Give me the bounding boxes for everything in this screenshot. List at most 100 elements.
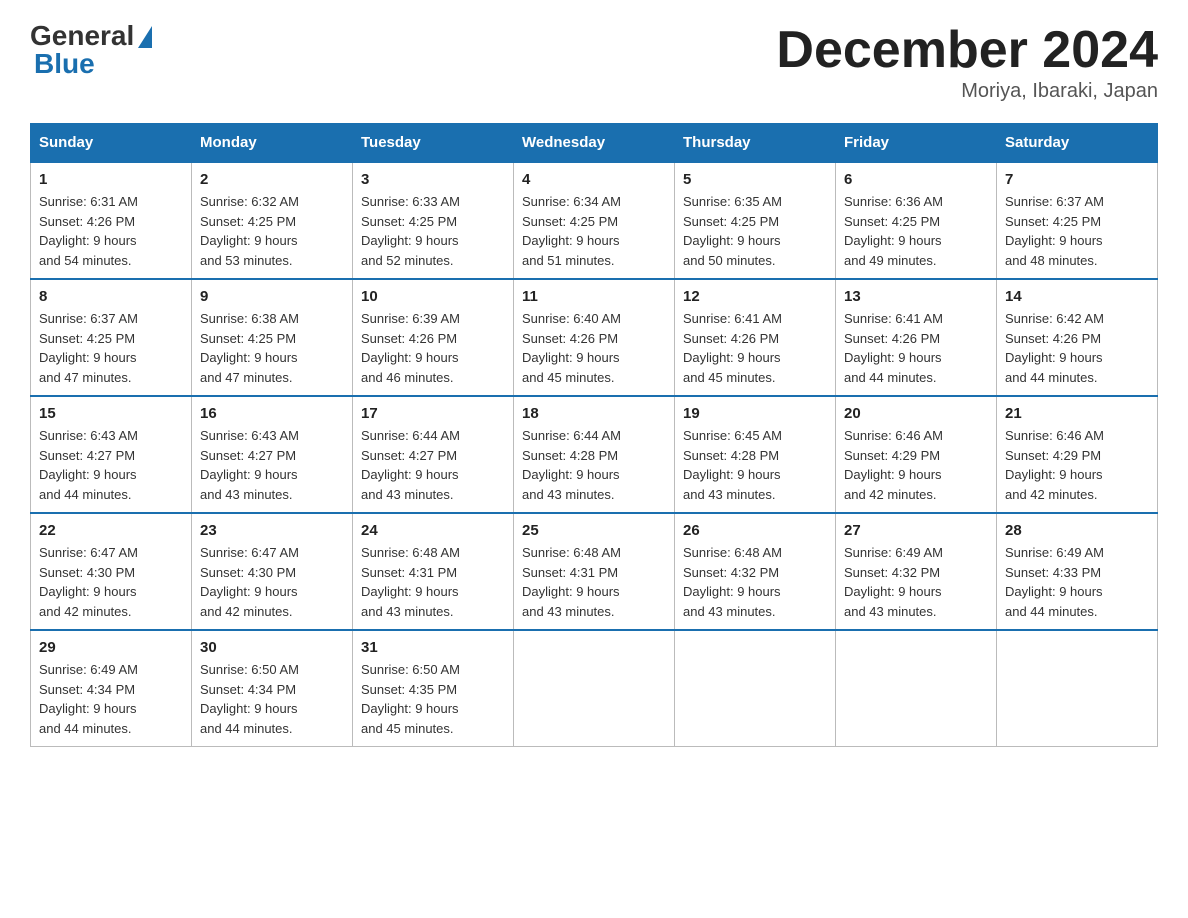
- calendar-cell: 29 Sunrise: 6:49 AM Sunset: 4:34 PM Dayl…: [31, 630, 192, 747]
- day-number: 3: [361, 171, 505, 188]
- calendar-cell: 19 Sunrise: 6:45 AM Sunset: 4:28 PM Dayl…: [675, 396, 836, 513]
- day-number: 20: [844, 405, 988, 422]
- day-number: 29: [39, 639, 183, 656]
- day-number: 28: [1005, 522, 1149, 539]
- day-number: 8: [39, 288, 183, 305]
- calendar-cell: 10 Sunrise: 6:39 AM Sunset: 4:26 PM Dayl…: [353, 279, 514, 396]
- day-number: 14: [1005, 288, 1149, 305]
- calendar-cell: 23 Sunrise: 6:47 AM Sunset: 4:30 PM Dayl…: [192, 513, 353, 630]
- calendar-cell: 6 Sunrise: 6:36 AM Sunset: 4:25 PM Dayli…: [836, 162, 997, 279]
- day-number: 10: [361, 288, 505, 305]
- day-number: 31: [361, 639, 505, 656]
- calendar-cell: 1 Sunrise: 6:31 AM Sunset: 4:26 PM Dayli…: [31, 162, 192, 279]
- header-monday: Monday: [192, 124, 353, 163]
- day-info: Sunrise: 6:39 AM Sunset: 4:26 PM Dayligh…: [361, 309, 505, 387]
- calendar-cell: [836, 630, 997, 747]
- day-info: Sunrise: 6:35 AM Sunset: 4:25 PM Dayligh…: [683, 192, 827, 270]
- calendar-cell: [675, 630, 836, 747]
- day-number: 7: [1005, 171, 1149, 188]
- calendar-cell: 8 Sunrise: 6:37 AM Sunset: 4:25 PM Dayli…: [31, 279, 192, 396]
- day-number: 12: [683, 288, 827, 305]
- calendar-cell: 3 Sunrise: 6:33 AM Sunset: 4:25 PM Dayli…: [353, 162, 514, 279]
- day-info: Sunrise: 6:50 AM Sunset: 4:35 PM Dayligh…: [361, 660, 505, 738]
- day-number: 25: [522, 522, 666, 539]
- day-number: 9: [200, 288, 344, 305]
- calendar-cell: 27 Sunrise: 6:49 AM Sunset: 4:32 PM Dayl…: [836, 513, 997, 630]
- header-wednesday: Wednesday: [514, 124, 675, 163]
- day-info: Sunrise: 6:33 AM Sunset: 4:25 PM Dayligh…: [361, 192, 505, 270]
- day-number: 21: [1005, 405, 1149, 422]
- title-section: December 2024 Moriya, Ibaraki, Japan: [776, 20, 1158, 103]
- header-saturday: Saturday: [997, 124, 1158, 163]
- calendar-cell: 9 Sunrise: 6:38 AM Sunset: 4:25 PM Dayli…: [192, 279, 353, 396]
- calendar-cell: 28 Sunrise: 6:49 AM Sunset: 4:33 PM Dayl…: [997, 513, 1158, 630]
- day-number: 1: [39, 171, 183, 188]
- day-info: Sunrise: 6:47 AM Sunset: 4:30 PM Dayligh…: [200, 543, 344, 621]
- day-number: 17: [361, 405, 505, 422]
- week-row-2: 8 Sunrise: 6:37 AM Sunset: 4:25 PM Dayli…: [31, 279, 1158, 396]
- header-friday: Friday: [836, 124, 997, 163]
- day-number: 22: [39, 522, 183, 539]
- day-info: Sunrise: 6:44 AM Sunset: 4:27 PM Dayligh…: [361, 426, 505, 504]
- day-number: 11: [522, 288, 666, 305]
- calendar-cell: 16 Sunrise: 6:43 AM Sunset: 4:27 PM Dayl…: [192, 396, 353, 513]
- week-row-5: 29 Sunrise: 6:49 AM Sunset: 4:34 PM Dayl…: [31, 630, 1158, 747]
- day-number: 30: [200, 639, 344, 656]
- day-info: Sunrise: 6:32 AM Sunset: 4:25 PM Dayligh…: [200, 192, 344, 270]
- week-row-4: 22 Sunrise: 6:47 AM Sunset: 4:30 PM Dayl…: [31, 513, 1158, 630]
- calendar-cell: 26 Sunrise: 6:48 AM Sunset: 4:32 PM Dayl…: [675, 513, 836, 630]
- day-number: 5: [683, 171, 827, 188]
- day-info: Sunrise: 6:41 AM Sunset: 4:26 PM Dayligh…: [844, 309, 988, 387]
- day-info: Sunrise: 6:43 AM Sunset: 4:27 PM Dayligh…: [200, 426, 344, 504]
- day-number: 6: [844, 171, 988, 188]
- calendar-cell: 12 Sunrise: 6:41 AM Sunset: 4:26 PM Dayl…: [675, 279, 836, 396]
- calendar-cell: [514, 630, 675, 747]
- calendar-cell: 11 Sunrise: 6:40 AM Sunset: 4:26 PM Dayl…: [514, 279, 675, 396]
- calendar-cell: 5 Sunrise: 6:35 AM Sunset: 4:25 PM Dayli…: [675, 162, 836, 279]
- day-info: Sunrise: 6:50 AM Sunset: 4:34 PM Dayligh…: [200, 660, 344, 738]
- calendar-cell: 14 Sunrise: 6:42 AM Sunset: 4:26 PM Dayl…: [997, 279, 1158, 396]
- day-info: Sunrise: 6:49 AM Sunset: 4:33 PM Dayligh…: [1005, 543, 1149, 621]
- logo: General Blue: [30, 20, 152, 80]
- day-info: Sunrise: 6:40 AM Sunset: 4:26 PM Dayligh…: [522, 309, 666, 387]
- day-number: 15: [39, 405, 183, 422]
- day-number: 4: [522, 171, 666, 188]
- day-number: 13: [844, 288, 988, 305]
- day-info: Sunrise: 6:44 AM Sunset: 4:28 PM Dayligh…: [522, 426, 666, 504]
- page-header: General Blue December 2024 Moriya, Ibara…: [30, 20, 1158, 103]
- calendar-cell: [997, 630, 1158, 747]
- header-thursday: Thursday: [675, 124, 836, 163]
- calendar-cell: 15 Sunrise: 6:43 AM Sunset: 4:27 PM Dayl…: [31, 396, 192, 513]
- calendar-cell: 22 Sunrise: 6:47 AM Sunset: 4:30 PM Dayl…: [31, 513, 192, 630]
- day-info: Sunrise: 6:31 AM Sunset: 4:26 PM Dayligh…: [39, 192, 183, 270]
- day-info: Sunrise: 6:46 AM Sunset: 4:29 PM Dayligh…: [1005, 426, 1149, 504]
- day-number: 2: [200, 171, 344, 188]
- calendar-cell: 24 Sunrise: 6:48 AM Sunset: 4:31 PM Dayl…: [353, 513, 514, 630]
- day-info: Sunrise: 6:48 AM Sunset: 4:31 PM Dayligh…: [361, 543, 505, 621]
- day-number: 18: [522, 405, 666, 422]
- day-number: 19: [683, 405, 827, 422]
- calendar-table: SundayMondayTuesdayWednesdayThursdayFrid…: [30, 123, 1158, 747]
- calendar-cell: 13 Sunrise: 6:41 AM Sunset: 4:26 PM Dayl…: [836, 279, 997, 396]
- day-info: Sunrise: 6:38 AM Sunset: 4:25 PM Dayligh…: [200, 309, 344, 387]
- day-number: 24: [361, 522, 505, 539]
- calendar-cell: 18 Sunrise: 6:44 AM Sunset: 4:28 PM Dayl…: [514, 396, 675, 513]
- calendar-cell: 7 Sunrise: 6:37 AM Sunset: 4:25 PM Dayli…: [997, 162, 1158, 279]
- day-info: Sunrise: 6:45 AM Sunset: 4:28 PM Dayligh…: [683, 426, 827, 504]
- day-info: Sunrise: 6:48 AM Sunset: 4:31 PM Dayligh…: [522, 543, 666, 621]
- day-info: Sunrise: 6:49 AM Sunset: 4:32 PM Dayligh…: [844, 543, 988, 621]
- day-info: Sunrise: 6:37 AM Sunset: 4:25 PM Dayligh…: [39, 309, 183, 387]
- day-info: Sunrise: 6:42 AM Sunset: 4:26 PM Dayligh…: [1005, 309, 1149, 387]
- calendar-cell: 31 Sunrise: 6:50 AM Sunset: 4:35 PM Dayl…: [353, 630, 514, 747]
- calendar-cell: 21 Sunrise: 6:46 AM Sunset: 4:29 PM Dayl…: [997, 396, 1158, 513]
- calendar-cell: 4 Sunrise: 6:34 AM Sunset: 4:25 PM Dayli…: [514, 162, 675, 279]
- day-info: Sunrise: 6:47 AM Sunset: 4:30 PM Dayligh…: [39, 543, 183, 621]
- day-info: Sunrise: 6:43 AM Sunset: 4:27 PM Dayligh…: [39, 426, 183, 504]
- day-number: 23: [200, 522, 344, 539]
- day-number: 16: [200, 405, 344, 422]
- week-row-1: 1 Sunrise: 6:31 AM Sunset: 4:26 PM Dayli…: [31, 162, 1158, 279]
- calendar-cell: 30 Sunrise: 6:50 AM Sunset: 4:34 PM Dayl…: [192, 630, 353, 747]
- day-number: 27: [844, 522, 988, 539]
- logo-triangle-icon: [138, 26, 152, 48]
- calendar-cell: 2 Sunrise: 6:32 AM Sunset: 4:25 PM Dayli…: [192, 162, 353, 279]
